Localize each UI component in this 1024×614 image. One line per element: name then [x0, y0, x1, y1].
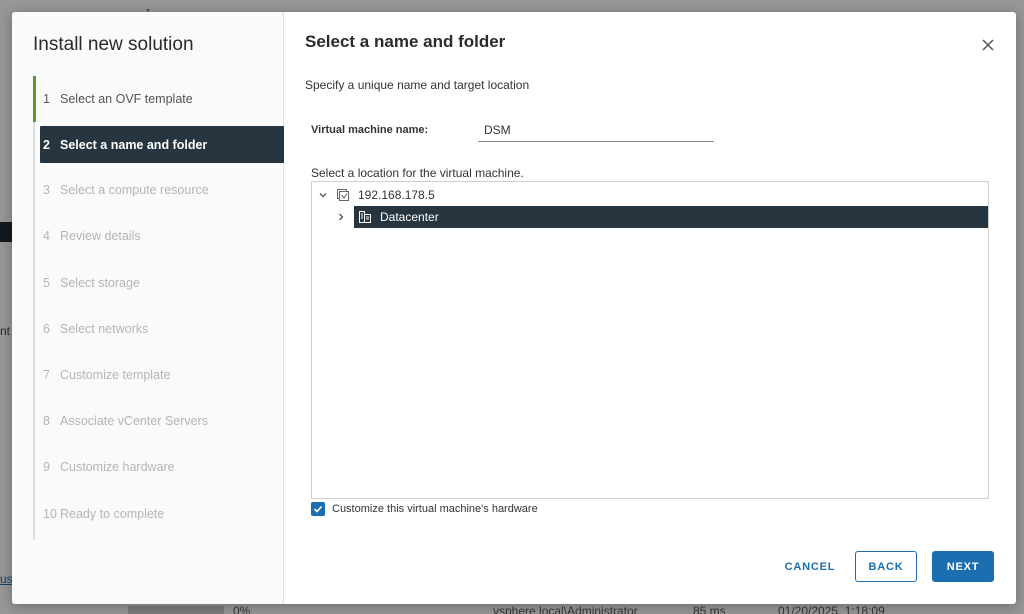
- chevron-right-icon[interactable]: [334, 210, 348, 224]
- wizard-step-4: 4 Review details: [33, 213, 284, 259]
- wizard-step-1[interactable]: 1 Select an OVF template: [33, 76, 284, 122]
- tree-node-label: Datacenter: [380, 210, 439, 224]
- step-number: 3: [43, 183, 50, 198]
- step-number: 4: [43, 229, 50, 244]
- step-number: 10: [43, 506, 57, 521]
- wizard-title: Install new solution: [33, 34, 194, 55]
- step-label: Select storage: [60, 275, 140, 290]
- step-label: Select networks: [60, 321, 149, 336]
- vm-name-input[interactable]: [478, 118, 714, 142]
- customize-hardware-row: Customize this virtual machine's hardwar…: [311, 502, 538, 516]
- wizard-step-7: 7 Customize template: [33, 352, 284, 398]
- vm-name-label: Virtual machine name:: [311, 124, 429, 136]
- cancel-button[interactable]: CANCEL: [772, 551, 848, 582]
- step-number: 2: [43, 137, 50, 152]
- tree-node-datacenter[interactable]: Datacenter: [334, 206, 988, 228]
- wizard-step-3: 3 Select a compute resource: [33, 167, 284, 213]
- step-label: Customize hardware: [60, 460, 175, 475]
- wizard-steps: 1 Select an OVF template 2 Select a name an…: [33, 76, 284, 537]
- wizard-nav: Install new solution 1 Select an OVF temp…: [12, 12, 284, 604]
- step-label: Review details: [60, 229, 141, 244]
- wizard-step-2[interactable]: 2 Select a name and folder: [40, 126, 284, 164]
- wizard-step-10: 10 Ready to complete: [33, 491, 284, 537]
- customize-hardware-checkbox[interactable]: [311, 502, 325, 516]
- datacenter-icon: [358, 210, 372, 224]
- close-button[interactable]: [980, 37, 996, 53]
- location-tree: 192.168.178.5 Datacenter: [311, 181, 989, 499]
- tree-node-selected[interactable]: Datacenter: [354, 206, 988, 228]
- wizard-step-8: 8 Associate vCenter Servers: [33, 398, 284, 444]
- step-number: 5: [43, 275, 50, 290]
- step-label: Customize template: [60, 368, 171, 383]
- customize-hardware-label[interactable]: Customize this virtual machine's hardwar…: [332, 503, 538, 515]
- wizard-step-9: 9 Customize hardware: [33, 444, 284, 490]
- wizard-step-5: 5 Select storage: [33, 260, 284, 306]
- location-label: Select a location for the virtual machin…: [311, 166, 524, 180]
- step-number: 7: [43, 368, 50, 383]
- step-label: Ready to complete: [60, 506, 165, 521]
- back-button[interactable]: BACK: [855, 551, 917, 582]
- step-number: 9: [43, 460, 50, 475]
- step-number: 6: [43, 321, 50, 336]
- instruction-text: Specify a unique name and target locatio…: [305, 78, 530, 92]
- step-number: 1: [43, 92, 50, 107]
- vcenter-icon: [336, 188, 350, 202]
- chevron-down-icon[interactable]: [316, 188, 330, 202]
- install-solution-dialog: Install new solution 1 Select an OVF temp…: [12, 12, 1016, 604]
- checkmark-icon: [313, 505, 323, 513]
- step-label: Select a name and folder: [60, 137, 208, 152]
- close-icon: [982, 39, 994, 51]
- step-label: Select an OVF template: [60, 92, 193, 107]
- page-title: Select a name and folder: [305, 32, 506, 51]
- next-button[interactable]: NEXT: [932, 551, 994, 582]
- step-number: 8: [43, 414, 50, 429]
- tree-node-label: 192.168.178.5: [358, 188, 435, 202]
- step-label: Select a compute resource: [60, 183, 209, 198]
- tree-node-vcenter[interactable]: 192.168.178.5: [316, 184, 616, 206]
- wizard-step-6: 6 Select networks: [33, 306, 284, 352]
- wizard-content: Select a name and folder Specify a uniqu…: [284, 12, 1016, 604]
- step-label: Associate vCenter Servers: [60, 414, 208, 429]
